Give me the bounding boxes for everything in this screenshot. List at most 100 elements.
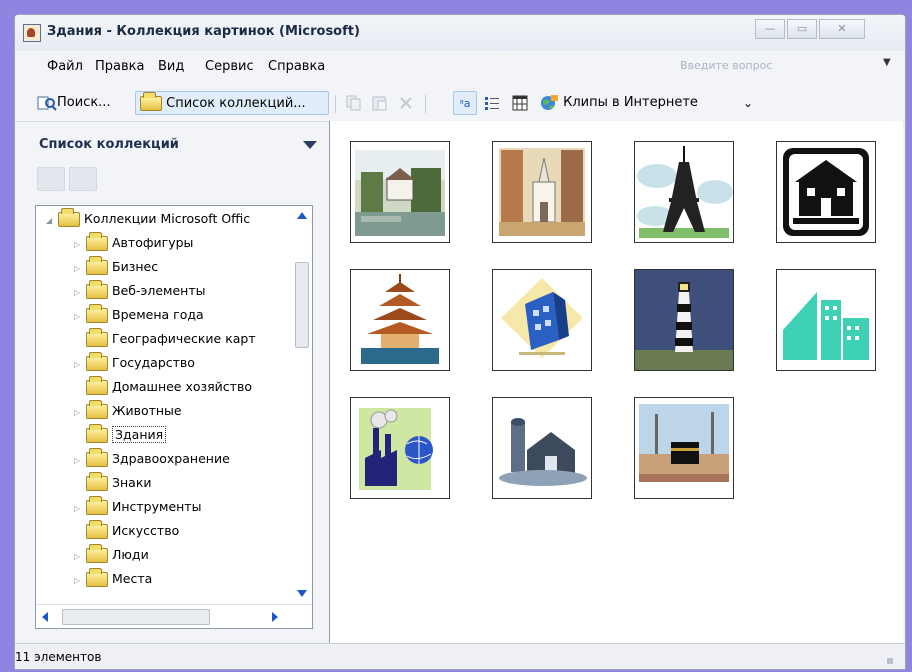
toolbar-options-button[interactable]: ⌄ (743, 91, 757, 115)
scroll-down-icon[interactable] (297, 590, 307, 597)
teal-building-clip[interactable] (776, 269, 876, 371)
village-lake-image (351, 142, 449, 242)
scroll-up-icon[interactable] (297, 212, 307, 219)
folder-icon (86, 544, 108, 563)
expand-icon[interactable]: ▷ (74, 402, 86, 424)
tree-item[interactable]: Географические карт (74, 328, 256, 350)
tree-item[interactable]: Искусство (74, 520, 179, 542)
collection-list-button[interactable]: Список коллекций... (135, 91, 329, 115)
menu-tools[interactable]: Сервис (205, 59, 254, 74)
search-label: Поиск... (57, 95, 111, 110)
thumbnails-view-button[interactable]: ᵃa (453, 91, 477, 115)
tree-vertical-scrollbar[interactable] (292, 206, 312, 604)
close-button[interactable]: ✕ (819, 19, 865, 39)
folder-icon (58, 208, 80, 227)
resize-grip-icon[interactable] (887, 658, 893, 664)
pagoda-image (351, 270, 449, 370)
tree-item[interactable]: Домашнее хозяйство (74, 376, 252, 398)
tree-item[interactable]: ▷ Животные (74, 400, 182, 422)
app-icon (23, 24, 41, 42)
tree-item[interactable]: ▷ Здравоохранение (74, 448, 230, 470)
menu-edit[interactable]: Правка (95, 59, 144, 74)
expand-icon[interactable]: ▷ (74, 354, 86, 376)
tree-item[interactable]: ▷ Люди (74, 544, 149, 566)
folder-icon (86, 472, 108, 491)
paste-icon (372, 96, 387, 110)
house-sign-clip[interactable] (776, 141, 876, 243)
expand-icon[interactable]: ▷ (74, 450, 86, 472)
pane-back-button[interactable] (37, 167, 65, 191)
vertical-scroll-thumb[interactable] (295, 262, 309, 348)
menu-help[interactable]: Справка (268, 59, 325, 74)
house-sign-image (777, 142, 875, 242)
menu-view[interactable]: Вид (158, 59, 184, 74)
maximize-button[interactable]: ▭ (787, 19, 817, 39)
teal-building-image (777, 270, 875, 370)
tree-item[interactable]: ▷ Инструменты (74, 496, 201, 518)
blue-skyscraper-clip[interactable] (492, 269, 592, 371)
list-view-button[interactable] (483, 91, 505, 115)
tree-item[interactable]: ▷ Времена года (74, 304, 204, 326)
copy-button[interactable] (345, 91, 367, 115)
expand-icon[interactable]: ▷ (74, 570, 86, 592)
village-lake-clip[interactable] (350, 141, 450, 243)
tree-item[interactable]: ▷ Государство (74, 352, 195, 374)
clip-organizer-window: Здания - Коллекция картинок (Microsoft) … (14, 14, 906, 670)
thumbnails-view-icon: ᵃa (459, 97, 471, 110)
tree-item[interactable]: ▷ Автофигуры (74, 232, 193, 254)
folder-icon (86, 400, 108, 419)
folder-icon (86, 568, 108, 587)
clips-online-label: Клипы в Интернете (563, 95, 698, 110)
delete-button[interactable] (397, 91, 419, 115)
eiffel-tower-clip[interactable] (634, 141, 734, 243)
farm-barn-clip[interactable] (492, 397, 592, 499)
lighthouse-clip[interactable] (634, 269, 734, 371)
status-bar: 11 элементов (15, 643, 905, 669)
scroll-left-icon[interactable] (42, 612, 48, 622)
search-icon (37, 96, 57, 111)
folder-icon (86, 520, 108, 539)
factory-globe-image (351, 398, 449, 498)
tree-item-root[interactable]: ◢ Коллекции Microsoft Offic (46, 208, 250, 230)
expand-icon[interactable]: ▷ (74, 282, 86, 304)
pagoda-clip[interactable] (350, 269, 450, 371)
factory-globe-clip[interactable] (350, 397, 450, 499)
window-title: Здания - Коллекция картинок (Microsoft) (47, 24, 360, 39)
tree-item-selected[interactable]: Здания (74, 424, 167, 446)
item-count: 11 элементов (15, 650, 102, 664)
paste-button[interactable] (371, 91, 393, 115)
expand-icon[interactable]: ▷ (74, 306, 86, 328)
help-question-input[interactable]: Введите вопрос (678, 55, 880, 77)
horizontal-scroll-thumb[interactable] (62, 609, 210, 625)
folder-icon (86, 352, 108, 371)
scroll-right-icon[interactable] (272, 612, 278, 622)
lighthouse-image (635, 270, 733, 370)
tree-horizontal-scrollbar[interactable] (36, 604, 312, 628)
expand-icon[interactable]: ▷ (74, 546, 86, 568)
pane-menu-icon[interactable] (303, 141, 317, 149)
expand-icon[interactable]: ▷ (74, 498, 86, 520)
details-view-button[interactable] (511, 91, 533, 115)
folder-icon (86, 280, 108, 299)
tree-item[interactable]: ▷ Места (74, 568, 152, 590)
help-dropdown-icon[interactable]: ▼ (883, 57, 891, 68)
collection-tree: ◢ Коллекции Microsoft Offic ▷ Автофигуры ▷… (35, 205, 313, 629)
title-bar[interactable]: Здания - Коллекция картинок (Microsoft) … (15, 15, 905, 51)
church-painting-clip[interactable] (492, 141, 592, 243)
menu-file[interactable]: Файл (47, 59, 83, 74)
folder-icon (86, 304, 108, 323)
copy-icon (346, 95, 361, 110)
collapse-icon[interactable]: ◢ (46, 210, 58, 232)
folder-icon (86, 328, 108, 347)
folder-icon (86, 256, 108, 275)
expand-icon[interactable]: ▷ (74, 258, 86, 280)
expand-icon[interactable]: ▷ (74, 234, 86, 256)
pane-forward-button[interactable] (69, 167, 97, 191)
tree-item[interactable]: ▷ Бизнес (74, 256, 158, 278)
clips-online-button[interactable]: Клипы в Интернете (539, 91, 729, 115)
kaaba-clip[interactable] (634, 397, 734, 499)
tree-item[interactable]: Знаки (74, 472, 152, 494)
minimize-button[interactable]: — (755, 19, 785, 39)
search-button[interactable]: Поиск... (37, 91, 131, 115)
tree-item[interactable]: ▷ Веб-элементы (74, 280, 205, 302)
